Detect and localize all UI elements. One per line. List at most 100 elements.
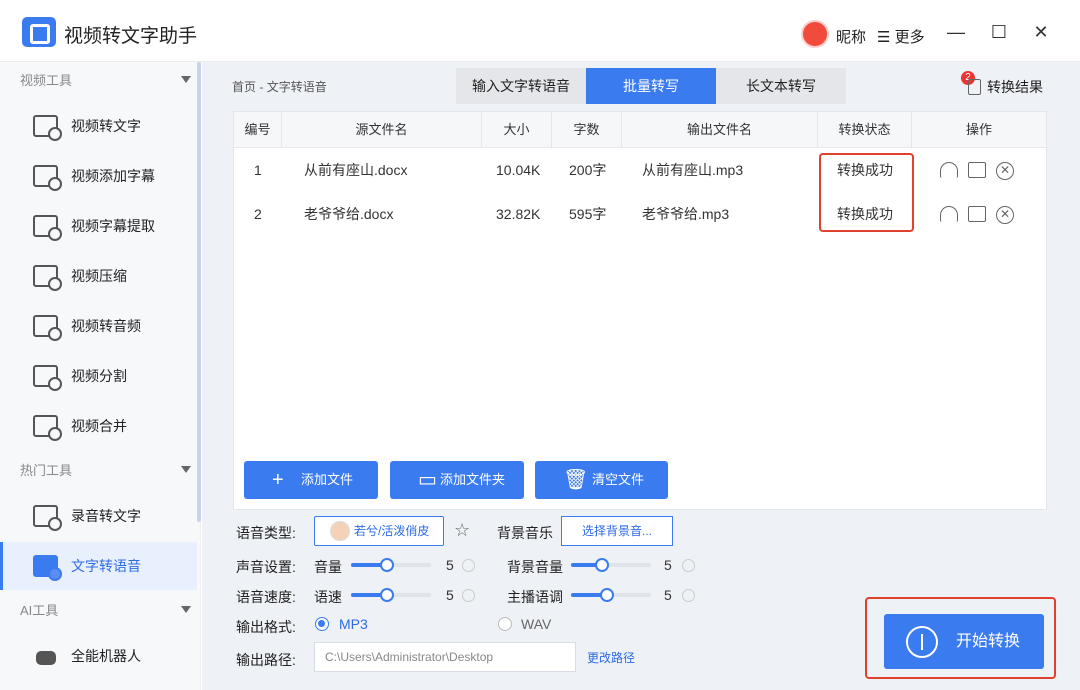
delete-icon[interactable]: ✕ <box>996 162 1014 180</box>
sidebar-item-add-subtitle[interactable]: 视频添加字幕 <box>0 152 197 200</box>
voice-select[interactable]: 若兮/活泼俏皮 <box>314 516 444 546</box>
speed-value: 5 <box>446 587 454 603</box>
sidebar-item-merge[interactable]: 视频合并 <box>0 402 197 450</box>
nickname[interactable]: 昵称 <box>836 26 866 47</box>
voice-type-label: 语音类型: <box>236 525 296 541</box>
microphone-icon <box>33 505 62 531</box>
group-label: AI工具 <box>20 603 59 618</box>
audio-icon <box>33 315 62 341</box>
breadcrumb-current: 文字转语音 <box>266 80 327 94</box>
sidebar-item-video-to-text[interactable]: 视频转文字 <box>0 102 197 150</box>
speed-name: 语速 <box>314 589 342 605</box>
cell-words: 200字 <box>569 162 607 178</box>
conversion-results-button[interactable]: 转换结果 <box>968 77 1043 97</box>
cell-size: 10.04K <box>496 162 541 178</box>
add-file-button[interactable]: + 添加文件 <box>244 461 378 499</box>
start-conversion-button[interactable]: 开始转换 <box>884 614 1044 669</box>
mp3-radio[interactable] <box>315 617 329 631</box>
sidebar-item-compress[interactable]: 视频压缩 <box>0 252 197 300</box>
bg-volume-label: 背景音量 <box>507 559 563 575</box>
trash-icon: 🗑 <box>563 469 589 491</box>
reset-icon[interactable] <box>462 589 475 602</box>
add-folder-button[interactable]: ▭ 添加文件夹 <box>390 461 524 499</box>
reset-icon[interactable] <box>682 559 695 572</box>
path-label: 输出路径: <box>236 652 296 668</box>
table-row[interactable]: 2 老爷爷给.docx 32.82K 595字 老爷爷给.mp3 转换成功 ✕ <box>234 192 1046 236</box>
reset-icon[interactable] <box>682 589 695 602</box>
sidebar-scrollbar[interactable] <box>197 62 201 522</box>
sidebar-item-audio-to-text[interactable]: 录音转文字 <box>0 492 197 540</box>
group-label: 热门工具 <box>20 463 73 478</box>
reset-icon[interactable] <box>462 559 475 572</box>
sidebar-group-video-tools[interactable]: 视频工具 <box>0 62 201 100</box>
sidebar-group-hot-tools[interactable]: 热门工具 <box>0 452 201 490</box>
add-folder-label: 添加文件夹 <box>440 472 506 487</box>
plus-icon: + <box>272 469 284 491</box>
maximize-button[interactable]: ☐ <box>984 18 1014 46</box>
table-header: 编号 源文件名 大小 字数 输出文件名 转换状态 操作 <box>234 112 1046 148</box>
video-text-icon <box>33 115 62 141</box>
tab-batch[interactable]: 批量转写 <box>586 68 716 104</box>
wav-label: WAV <box>521 616 552 632</box>
headphones-icon[interactable] <box>940 206 958 222</box>
row-actions: ✕ <box>940 162 1014 180</box>
delete-icon[interactable]: ✕ <box>996 206 1014 224</box>
cell-output: 老爷爷给.mp3 <box>642 206 730 222</box>
star-icon[interactable]: ☆ <box>454 520 470 541</box>
sidebar-item-label: 视频字幕提取 <box>71 218 155 234</box>
col-no: 编号 <box>234 112 282 148</box>
breadcrumb-home[interactable]: 首页 <box>232 80 256 94</box>
clear-files-button[interactable]: 🗑 清空文件 <box>535 461 668 499</box>
waveform-icon <box>906 626 938 658</box>
format-label: 输出格式: <box>236 619 296 635</box>
choose-bgm-button[interactable]: 选择背景音... <box>561 516 673 546</box>
speed-label: 语音速度: <box>236 589 296 605</box>
volume-slider[interactable] <box>351 558 431 572</box>
minimize-button[interactable]: — <box>941 18 971 46</box>
cell-no: 1 <box>254 162 262 178</box>
tone-slider[interactable] <box>571 588 651 602</box>
folder-icon[interactable] <box>968 206 986 222</box>
slider-knob[interactable] <box>595 558 609 572</box>
sidebar-item-robot[interactable]: 全能机器人 <box>0 632 197 680</box>
sidebar-item-label: 视频转文字 <box>71 118 141 134</box>
sound-settings-label: 声音设置: <box>236 559 296 575</box>
col-source: 源文件名 <box>282 112 482 148</box>
bg-volume-slider[interactable] <box>571 558 651 572</box>
robot-icon <box>36 651 56 665</box>
slider-knob[interactable] <box>380 588 394 602</box>
sidebar-item-text-to-speech[interactable]: 文字转语音 <box>0 542 197 590</box>
split-icon <box>33 365 62 391</box>
table-row[interactable]: 1 从前有座山.docx 10.04K 200字 从前有座山.mp3 转换成功 … <box>234 148 1046 192</box>
sidebar-item-extract-subtitle[interactable]: 视频字幕提取 <box>0 202 197 250</box>
change-path-link[interactable]: 更改路径 <box>587 649 635 666</box>
sidebar-item-label: 视频转音频 <box>71 318 141 334</box>
tab-long-text[interactable]: 长文本转写 <box>716 68 846 104</box>
slider-knob[interactable] <box>600 588 614 602</box>
avatar[interactable] <box>801 20 829 48</box>
cell-source: 从前有座山.docx <box>304 162 408 178</box>
col-status: 转换状态 <box>818 112 912 148</box>
sidebar-item-label: 全能机器人 <box>71 648 141 664</box>
output-path-field[interactable]: C:\Users\Administrator\Desktop <box>314 642 576 672</box>
add-file-label: 添加文件 <box>301 472 354 487</box>
speed-slider[interactable] <box>351 588 431 602</box>
chevron-down-icon <box>181 606 191 613</box>
slider-knob[interactable] <box>380 558 394 572</box>
folder-icon[interactable] <box>968 162 986 178</box>
tone-label: 主播语调 <box>507 589 563 605</box>
sidebar-item-split[interactable]: 视频分割 <box>0 352 197 400</box>
mp3-label: MP3 <box>339 616 368 632</box>
folder-icon: ▭ <box>418 469 437 491</box>
cell-source: 老爷爷给.docx <box>304 206 394 222</box>
close-button[interactable]: ✕ <box>1026 18 1056 46</box>
sidebar-group-ai-tools[interactable]: AI工具 <box>0 592 201 630</box>
sidebar-item-video-to-audio[interactable]: 视频转音频 <box>0 302 197 350</box>
headphones-icon[interactable] <box>940 162 958 178</box>
breadcrumb-separator: - <box>259 80 264 94</box>
sidebar-item-label: 视频分割 <box>71 368 127 384</box>
wav-radio[interactable] <box>498 617 512 631</box>
tab-input-text[interactable]: 输入文字转语音 <box>456 68 586 104</box>
volume-value: 5 <box>446 557 454 573</box>
more-menu[interactable]: ☰ 更多 <box>877 26 925 47</box>
